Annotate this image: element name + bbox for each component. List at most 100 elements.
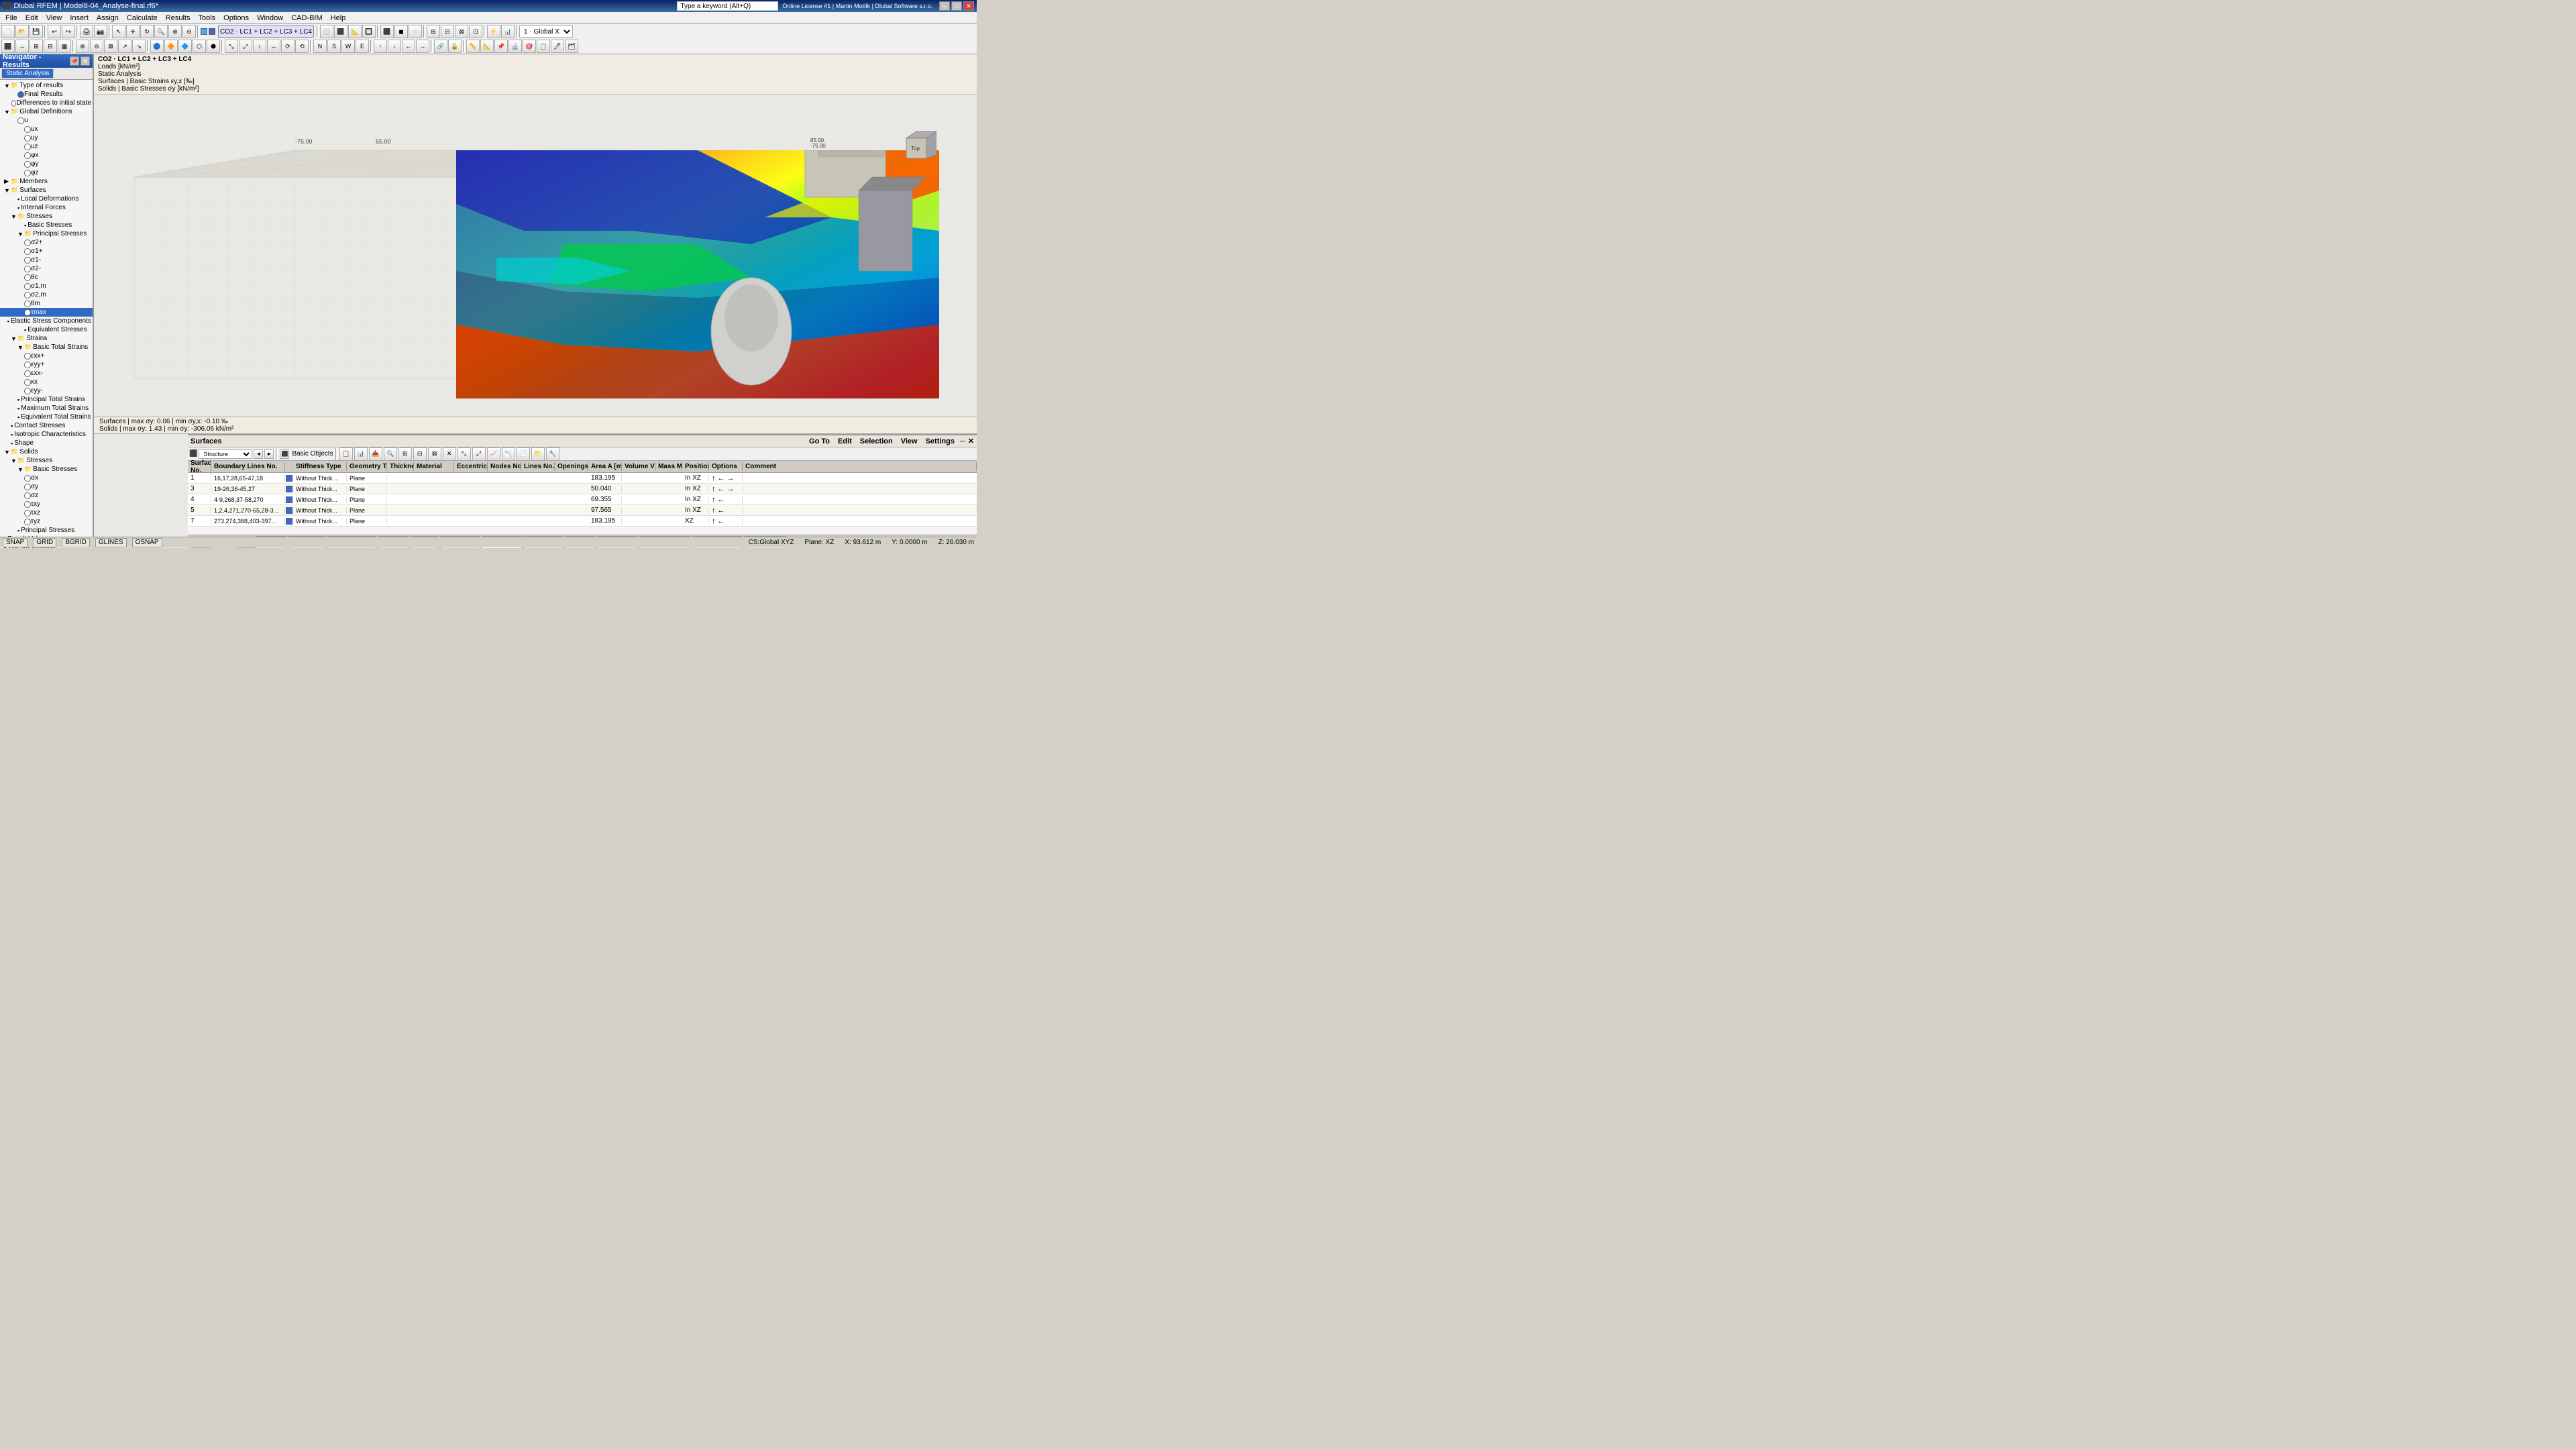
nav-pin-btn[interactable]: 📌: [70, 56, 79, 66]
tb2-23[interactable]: S: [327, 40, 341, 53]
tree-thetac[interactable]: θc: [0, 273, 93, 282]
tb-r15[interactable]: 🔧: [546, 447, 559, 461]
tb2-7[interactable]: ⊖: [90, 40, 103, 53]
tb-open[interactable]: 📂: [15, 25, 29, 38]
tb2-12[interactable]: 🔶: [164, 40, 178, 53]
tree-members[interactable]: ▶ 📁 Members: [0, 177, 93, 186]
tb-r8[interactable]: ✕: [443, 447, 456, 461]
tb2-37[interactable]: 📋: [537, 40, 550, 53]
tree-solids-tyz[interactable]: τyz: [0, 517, 93, 526]
tb-snap1[interactable]: ⊞: [427, 25, 440, 38]
table-row[interactable]: 5 1,2,4,271,270-65,28-3... Without Thick…: [188, 505, 977, 516]
tb2-29[interactable]: →: [416, 40, 429, 53]
structure-combo[interactable]: Structure: [199, 449, 252, 459]
tb-r13[interactable]: 📄: [517, 447, 530, 461]
tb2-3[interactable]: ⊞: [30, 40, 43, 53]
menu-window[interactable]: Window: [253, 13, 287, 23]
tb-view1[interactable]: ⬜: [320, 25, 333, 38]
view-combo[interactable]: 1 · Global XYZ: [519, 25, 573, 38]
tree-principal-stresses[interactable]: ▼ 📁 Principal Stresses: [0, 229, 93, 238]
tb-results[interactable]: 📊: [501, 25, 515, 38]
tb-basic-objects[interactable]: ⬛: [280, 449, 289, 459]
table-row[interactable]: 3 19-26,36-45,27 Without Thick... Plane …: [188, 484, 977, 494]
menu-options[interactable]: Options: [219, 13, 253, 23]
tb-zoomin[interactable]: ⊕: [168, 25, 182, 38]
tb2-18[interactable]: ↕: [253, 40, 266, 53]
menu-calculate[interactable]: Calculate: [123, 13, 162, 23]
status-bgrid[interactable]: BGRID: [62, 538, 90, 547]
tree-exx-minus[interactable]: εxx-: [0, 369, 93, 378]
tree-solids-txy[interactable]: τxy: [0, 500, 93, 508]
tree-global-def[interactable]: ▼ 📁 Global Definitions: [0, 107, 93, 116]
tree-strains[interactable]: ▼ 📁 Strains: [0, 334, 93, 343]
tb-r14[interactable]: 📁: [531, 447, 545, 461]
tb-r10[interactable]: ⤢: [472, 447, 486, 461]
tree-solids-txz[interactable]: τxz: [0, 508, 93, 517]
menu-cad-bim[interactable]: CAD-BIM: [287, 13, 326, 23]
tree-phiz[interactable]: φz: [0, 168, 93, 177]
selection-btn[interactable]: Selection: [857, 437, 896, 445]
tree-final-results[interactable]: Final Results: [0, 90, 93, 99]
tb-r11[interactable]: 📈: [487, 447, 500, 461]
tree-local-deformations[interactable]: ▪ Local Deformations: [0, 195, 93, 203]
tb2-34[interactable]: 📌: [494, 40, 508, 53]
tb2-20[interactable]: ⟳: [281, 40, 294, 53]
tree-solids-sx[interactable]: σx: [0, 474, 93, 482]
menu-help[interactable]: Help: [327, 13, 350, 23]
status-snap[interactable]: SNAP: [3, 538, 28, 547]
lc-combo[interactable]: CO2 · LC1 + LC2 + LC3 + LC4: [218, 25, 314, 38]
tb-render1[interactable]: ⬛: [380, 25, 394, 38]
tb2-17[interactable]: ⤢: [239, 40, 252, 53]
tb-undo[interactable]: ↩: [48, 25, 61, 38]
tree-uz[interactable]: uz: [0, 142, 93, 151]
tb-zoom[interactable]: 🔍: [154, 25, 168, 38]
tb2-24[interactable]: W: [341, 40, 355, 53]
tb-render2[interactable]: ◼: [394, 25, 408, 38]
tb2-9[interactable]: ↗: [118, 40, 131, 53]
close-button[interactable]: ✕: [963, 1, 974, 11]
tb2-8[interactable]: ⊠: [104, 40, 117, 53]
menu-tools[interactable]: Tools: [194, 13, 219, 23]
tb-r9[interactable]: ⤡: [458, 447, 471, 461]
tb-r6[interactable]: ⊟: [413, 447, 427, 461]
tb-zoomout[interactable]: ⊖: [182, 25, 196, 38]
tree-solids-basic-stresses[interactable]: ▼ 📁 Basic Stresses: [0, 465, 93, 474]
goto-btn[interactable]: Go To: [806, 437, 833, 445]
tree-solids-principal[interactable]: ▪ Principal Stresses: [0, 526, 93, 535]
tb-redo[interactable]: ↪: [62, 25, 75, 38]
tree-differences[interactable]: Differences to initial state: [0, 99, 93, 107]
tree-max-total[interactable]: ▪ Maximum Total Strains: [0, 404, 93, 413]
tb-print[interactable]: 🖨: [80, 25, 93, 38]
tree-isotropic[interactable]: ▪ Isotropic Characteristics: [0, 430, 93, 439]
tree-sigma2plus[interactable]: σ2+: [0, 238, 93, 247]
tb2-14[interactable]: ⬡: [193, 40, 206, 53]
tree-phix[interactable]: φx: [0, 151, 93, 160]
tree-solids[interactable]: ▼ 📁 Solids: [0, 447, 93, 456]
status-osnap[interactable]: OSNAP: [132, 538, 162, 547]
tb-r4[interactable]: 🔍: [384, 447, 397, 461]
tb-nav-prev[interactable]: ◄: [254, 449, 263, 459]
tree-equiv-stresses[interactable]: ▪ Equivalent Stresses: [0, 325, 93, 334]
tree-solids-sz[interactable]: σz: [0, 491, 93, 500]
tree-sigma2minus[interactable]: σ2-: [0, 264, 93, 273]
tb-r5[interactable]: ⊞: [398, 447, 412, 461]
tree-shape[interactable]: ▪ Shape: [0, 439, 93, 447]
tb2-22[interactable]: N: [313, 40, 327, 53]
tree-taumax[interactable]: τmax: [0, 308, 93, 317]
tb2-25[interactable]: E: [356, 40, 369, 53]
tb2-1[interactable]: ⬛: [1, 40, 15, 53]
tb-r1[interactable]: 📋: [339, 447, 353, 461]
tb-calc[interactable]: ⚡: [487, 25, 500, 38]
tb-r2[interactable]: 📊: [354, 447, 368, 461]
tb-screenshot[interactable]: 📷: [94, 25, 107, 38]
tree-solids-stresses[interactable]: ▼ 📁 Stresses: [0, 456, 93, 465]
tree-type-of-results[interactable]: ▼ 📁 Type of results: [0, 81, 93, 90]
menu-results[interactable]: Results: [162, 13, 195, 23]
nav-cube[interactable]: Top: [896, 128, 936, 168]
tree-contact-stresses[interactable]: ▪ Contact Stresses: [0, 421, 93, 430]
tb2-21[interactable]: ⟲: [295, 40, 309, 53]
tb-snap3[interactable]: ⊠: [455, 25, 468, 38]
tb-r3[interactable]: 📤: [369, 447, 382, 461]
settings-btn[interactable]: Settings: [923, 437, 957, 445]
tb-r12[interactable]: 📉: [502, 447, 515, 461]
